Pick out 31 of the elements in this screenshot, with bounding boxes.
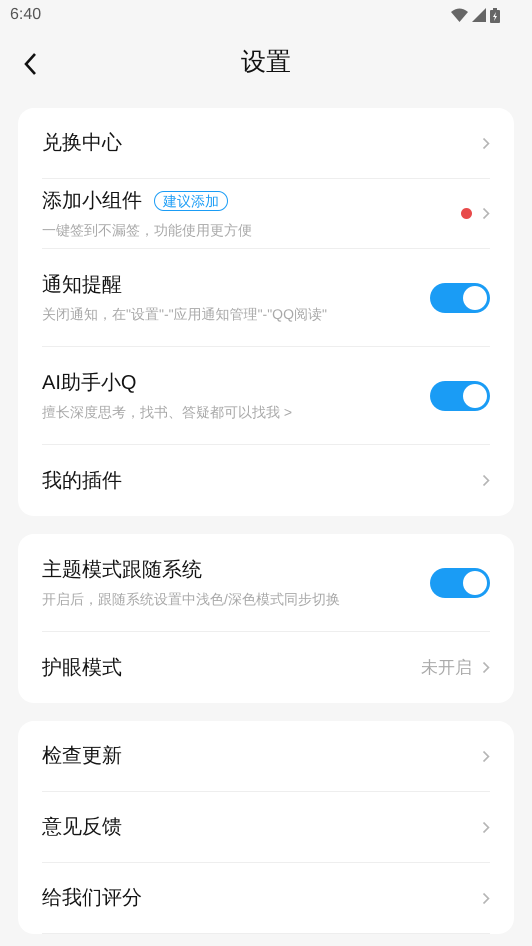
chevron-icon (482, 136, 490, 150)
toggle-switch[interactable] (430, 282, 490, 312)
setting-description: 一键签到不漏签，功能使用更方便 (42, 221, 252, 240)
setting-value: 未开启 (421, 656, 472, 679)
chevron-icon (482, 661, 490, 674)
chevron-icon (482, 207, 490, 220)
setting-label: 给我们评分 (42, 886, 142, 911)
status-time: 6:40 (10, 5, 42, 25)
setting-label: 添加小组件 (42, 189, 142, 214)
chevron-icon (482, 750, 490, 762)
setting-label: 护眼模式 (42, 656, 122, 680)
setting-label: 主题模式跟随系统 (42, 558, 202, 583)
chevron-icon (482, 474, 490, 487)
suggestion-badge: 建议添加 (154, 191, 228, 211)
toggle-switch[interactable] (430, 568, 490, 598)
setting-label: AI助手小Q (42, 371, 136, 396)
chevron-icon (482, 820, 490, 834)
signal-icon (472, 8, 486, 22)
page-title: 设置 (241, 48, 291, 76)
setting-label: 意见反馈 (42, 815, 122, 840)
toggle-switch[interactable] (430, 380, 490, 410)
setting-description: 擅长深度思考，找书、答疑都可以找我 > (42, 403, 292, 422)
chevron-icon (482, 892, 490, 904)
setting-label: 我的插件 (42, 468, 122, 494)
setting-description: 关闭通知，在"设置"-"应用通知管理"-"QQ阅读" (42, 305, 327, 324)
battery-icon (490, 8, 500, 22)
setting-label: 检查更新 (42, 744, 122, 769)
wifi-icon (451, 8, 468, 22)
setting-label: 兑换中心 (42, 131, 122, 156)
setting-description: 开启后，跟随系统设置中浅色/深色模式同步切换 (42, 590, 340, 609)
setting-label: 通知提醒 (42, 273, 122, 298)
